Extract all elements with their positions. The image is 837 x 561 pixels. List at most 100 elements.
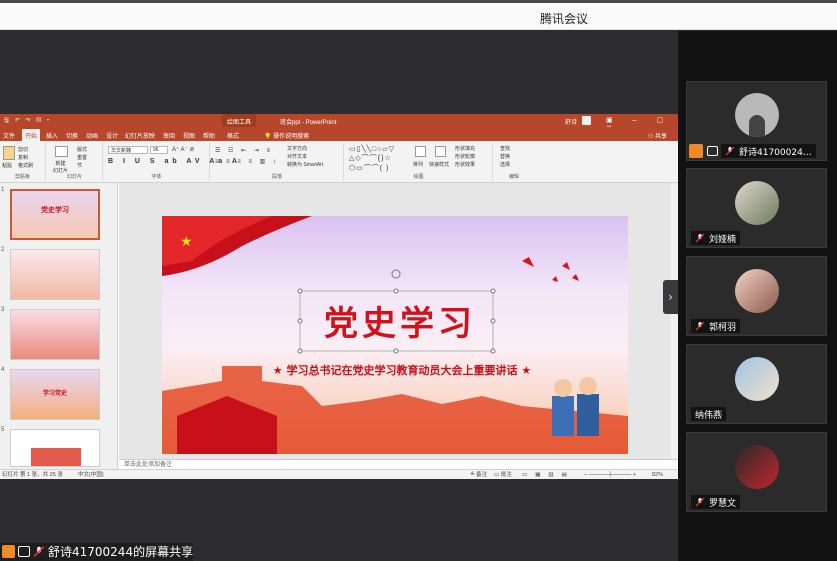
section-button[interactable]: 节 [77,162,82,169]
paste-icon[interactable] [3,146,15,160]
rotate-handle [391,269,401,279]
editing-group: 查找 替换 选择 编辑 [494,143,534,181]
tab-view[interactable]: 视图 [183,131,195,140]
slide-subtitle[interactable]: ★ 学习总书记在党史学习教育动员大会上重要讲话 ★ [252,362,552,378]
participant-name: 罗慧文 [691,495,741,509]
avatar [735,181,779,225]
slide-thumbnail-4[interactable]: 学习党史 [10,369,100,420]
clipboard-group-label: 剪贴板 [14,174,30,180]
replace-button[interactable]: 替换 [500,153,510,160]
slide-thumbnail-3[interactable] [10,309,100,360]
mic-muted-icon [33,546,45,557]
user-avatar[interactable] [582,116,591,125]
participant-tile-5[interactable]: 罗慧文 [686,432,827,512]
select-button[interactable]: 选择 [500,161,510,168]
shape-fill-button[interactable]: 形状填充 [455,145,475,152]
user-name: 舒诗 [565,120,578,126]
find-button[interactable]: 查找 [500,145,510,152]
font-name-select[interactable]: 华文新魏 [108,146,148,154]
tab-format[interactable]: 格式 [227,131,239,140]
tab-insert[interactable]: 插入 [46,131,58,140]
tab-home[interactable]: 开始 [22,129,41,141]
editing-group-label: 编辑 [508,174,519,180]
status-bar: 幻灯片 第 1 张，共 25 张 中文(中国) ≜ 备注 ▭ 批注 ▭▦▥▤ –… [0,469,678,479]
student-figure-2 [577,394,599,436]
view-buttons[interactable]: ▭▦▥▤ [522,470,575,479]
notes-pane[interactable]: 单击此处添加备注 [119,459,678,469]
layout-button[interactable]: 版式 [77,146,87,153]
slides-group-label: 幻灯片 [66,174,82,180]
zoom-slider[interactable]: – ─────┼───── + [584,470,636,479]
tab-design[interactable]: 设计 [106,131,118,140]
avatar [735,269,779,313]
comments-toggle[interactable]: ▭ 批注 [494,470,512,479]
participant-tile-3[interactable]: 郭柯羽 [686,256,827,336]
shapes-gallery[interactable]: ▭▯╲╲□○▱▽ △◇⌒⌒{}☆ ⬡▭⌒⌒( ) [349,145,395,173]
slide-thumbnail-pane: 1 党史学习 2 3 4 学习党史 5 [0,183,118,469]
tab-review[interactable]: 审阅 [163,131,175,140]
slide-thumbnail-2[interactable] [10,249,100,300]
collapse-panel-button[interactable]: › [663,280,678,314]
paste-label: 粘贴 [2,163,13,169]
format-painter-button[interactable]: 格式刷 [18,162,33,169]
align-text-button[interactable]: 对齐文本 [287,153,307,160]
ribbon-tabs: 文件 开始 插入 切换 动画 设计 幻灯片放映 审阅 视图 帮助 格式 💡 操作… [0,127,678,141]
slide-thumbnail-1[interactable]: 党史学习 [10,189,100,240]
reset-button[interactable]: 重置 [77,154,87,161]
notes-toggle[interactable]: ≜ 备注 [470,470,487,479]
sharer-indicator: 舒诗41700244的屏幕共享 [0,543,194,561]
screen-share-icon [18,546,30,557]
smartart-button[interactable]: 转换为 SmartArt [287,161,323,168]
subtitle-star-right: ★ [521,364,532,377]
shape-effects-button[interactable]: 形状效果 [455,161,475,168]
host-icon [689,144,703,158]
document-title: 班会ppt - PowerPoint [280,120,337,126]
ribbon: 粘贴 剪切 复制 格式刷 剪贴板 新建 幻灯片 版式 重置 节 幻灯片 华文新魏… [0,141,678,183]
arrange-icon[interactable] [415,146,426,157]
slide-count: 幻灯片 第 1 张，共 25 张 [2,472,63,478]
tab-animations[interactable]: 动画 [86,131,98,140]
new-slide-icon[interactable] [55,146,68,157]
notes-toggle-label: 备注 [476,472,488,478]
participant-tile-1[interactable]: 舒诗41700024… [686,81,827,161]
new-slide-label: 新建 幻灯片 [53,161,69,174]
mic-muted-icon [695,497,705,507]
subtitle-star-left: ★ [272,364,283,377]
mic-muted-icon [695,321,705,331]
participant-tile-2[interactable]: 刘娅楠 [686,168,827,248]
participant-name: 刘娅楠 [691,231,741,245]
meeting-title: 腾讯会议 [540,12,589,26]
tab-transitions[interactable]: 切换 [66,131,78,140]
thumb-number: 5 [1,427,5,433]
tell-me-search[interactable]: 💡 操作说明搜索 [264,131,309,140]
participant-tile-4[interactable]: 纳伟燕 [686,344,827,424]
tab-slideshow[interactable]: 幻灯片放映 [125,131,155,140]
current-slide[interactable]: ★ 党史学习 ★ 学习总书记在党史学习教育动员大会上重要讲话 ★ [162,216,628,454]
font-grow-shrink[interactable]: A⁺ A⁻ ⊘ [172,146,194,153]
list-buttons[interactable]: ☰ ☷ ⇤ ⇥ ≡ [215,147,273,154]
drawing-tools-label: 绘图工具 [222,114,257,127]
copy-button[interactable]: 复制 [18,154,28,161]
zoom-level[interactable]: 82% [652,470,663,479]
quick-access-toolbar[interactable]: 🖫 ↶ ↷ ▤ ▾ [4,116,51,126]
clipboard-group: 粘贴 剪切 复制 格式刷 剪贴板 [0,143,46,181]
arrange-label: 排列 [413,162,424,168]
cut-button[interactable]: 剪切 [18,146,28,153]
quick-styles-icon[interactable] [435,146,446,157]
chevron-right-icon: › [668,290,673,304]
align-buttons[interactable]: ≡ ≡ ≡ ≡ ▥ ↕ [215,158,279,165]
shape-outline-button[interactable]: 形状轮廓 [455,153,475,160]
vertical-scrollbar[interactable] [671,183,678,459]
tab-file[interactable]: 文件 [3,131,15,140]
meeting-titlebar: 腾讯会议 [0,3,837,30]
slide-thumbnail-5[interactable] [10,429,100,467]
share-button[interactable]: ⚇ 共享 [648,131,667,140]
font-size-select[interactable]: 96 [150,146,168,154]
text-direction-button[interactable]: 文字方向 [287,145,307,152]
slide-title[interactable]: 党史学习 [310,296,490,345]
student-figure-1 [552,396,574,436]
participant-name: 郭柯羽 [691,319,741,333]
thumb-number: 3 [1,307,5,313]
flag-star: ★ [180,234,193,250]
tab-help[interactable]: 帮助 [203,131,215,140]
